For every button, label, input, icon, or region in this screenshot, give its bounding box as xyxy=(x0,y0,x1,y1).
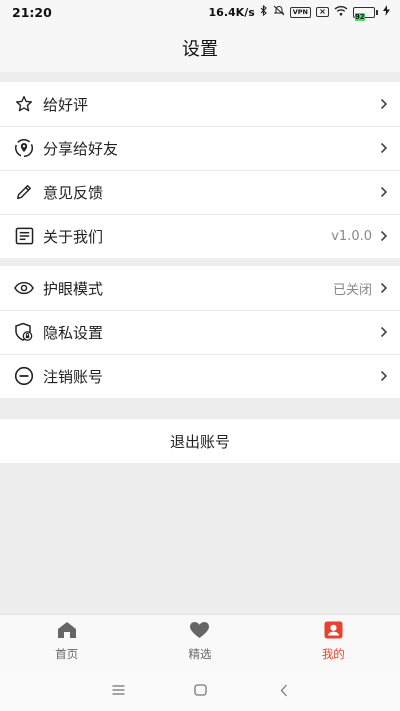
feedback-label: 意见反馈 xyxy=(43,183,104,202)
sim-off-icon: × xyxy=(316,7,329,17)
logout-label: 退出账号 xyxy=(169,432,230,451)
page-title: 设置 xyxy=(182,39,218,60)
delete-account-item[interactable]: 注销账号 xyxy=(0,354,400,398)
privacy-item[interactable]: 隐私设置 xyxy=(0,310,400,354)
eye-mode-item[interactable]: 护眼模式 已关闭 xyxy=(0,266,400,310)
status-time: 21:20 xyxy=(12,4,52,20)
chevron-right-icon xyxy=(378,97,390,111)
share-label: 分享给好友 xyxy=(43,139,119,158)
status-bar: 21:20 16.4K/s VPN × 92 xyxy=(0,0,400,24)
share-location-icon xyxy=(14,138,34,158)
network-speed: 16.4K/s xyxy=(208,5,255,19)
share-item[interactable]: 分享给好友 xyxy=(0,126,400,170)
home-icon xyxy=(57,621,77,643)
about-label: 关于我们 xyxy=(43,227,104,246)
eye-mode-status: 已关闭 xyxy=(332,282,372,298)
version-value: v1.0.0 xyxy=(331,228,372,244)
heart-icon xyxy=(189,621,210,643)
profile-icon xyxy=(324,621,343,643)
home-square-icon[interactable] xyxy=(188,678,212,702)
vpn-icon: VPN xyxy=(289,6,311,18)
pencil-icon xyxy=(14,182,34,202)
wifi-icon xyxy=(334,5,348,19)
chevron-right-icon xyxy=(378,281,390,295)
chevron-right-icon xyxy=(378,325,390,339)
mute-icon xyxy=(273,5,285,19)
chevron-right-icon xyxy=(378,185,390,199)
delete-account-label: 注销账号 xyxy=(43,367,104,386)
chevron-right-icon xyxy=(378,369,390,383)
tab-home-label: 首页 xyxy=(55,647,79,661)
tab-featured-label: 精选 xyxy=(188,647,212,661)
back-icon[interactable] xyxy=(272,678,296,702)
minus-circle-icon xyxy=(14,366,34,386)
tab-mine-label: 我的 xyxy=(321,647,345,661)
system-nav-bar xyxy=(0,668,400,711)
star-icon xyxy=(14,94,34,114)
status-indicators: 16.4K/s VPN × 92 xyxy=(208,4,390,21)
chevron-right-icon xyxy=(378,229,390,243)
eye-icon xyxy=(14,278,34,298)
menu-icon[interactable] xyxy=(106,678,130,702)
bottom-tab-bar: 首页 精选 我的 xyxy=(0,614,400,668)
tab-featured[interactable]: 精选 xyxy=(133,615,266,668)
document-icon xyxy=(14,226,34,246)
logout-button[interactable]: 退出账号 xyxy=(0,419,400,463)
rate-app-item[interactable]: 给好评 xyxy=(0,82,400,126)
bluetooth-icon xyxy=(260,4,268,19)
rate-app-label: 给好评 xyxy=(43,95,89,114)
about-item[interactable]: 关于我们 v1.0.0 xyxy=(0,214,400,258)
battery-icon: 92 xyxy=(353,6,378,21)
settings-group-privacy: 护眼模式 已关闭 隐私设置 注销账号 xyxy=(0,266,400,398)
page-header: 设置 xyxy=(0,24,400,72)
settings-group-general: 给好评 分享给好友 意见反馈 关于我们 v1.0.0 xyxy=(0,82,400,258)
battery-level: 92 xyxy=(355,12,365,21)
feedback-item[interactable]: 意见反馈 xyxy=(0,170,400,214)
eye-mode-label: 护眼模式 xyxy=(43,279,104,298)
shield-lock-icon xyxy=(14,322,34,342)
tab-home[interactable]: 首页 xyxy=(0,615,133,668)
charging-icon xyxy=(383,5,390,19)
chevron-right-icon xyxy=(378,141,390,155)
tab-mine[interactable]: 我的 xyxy=(267,615,400,668)
privacy-label: 隐私设置 xyxy=(43,323,104,342)
